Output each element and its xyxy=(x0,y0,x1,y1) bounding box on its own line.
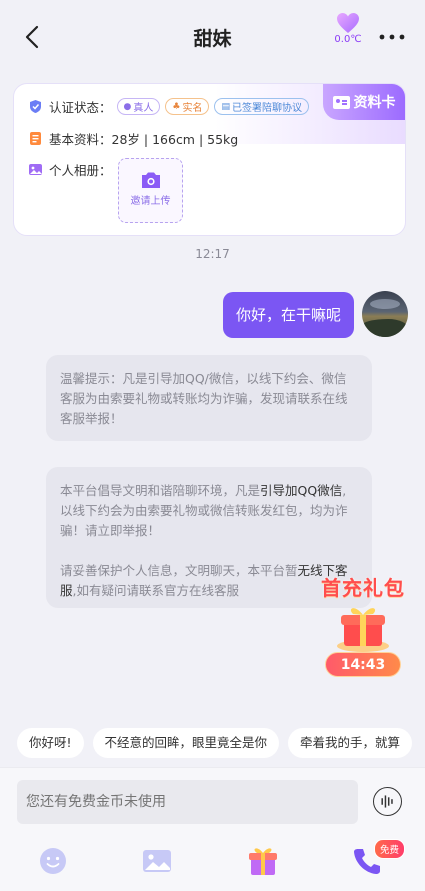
album-label: 个人相册： xyxy=(49,163,112,178)
system-tip-1: 温馨提示：凡是引导加QQ/微信，以线下约会、微信客服为由索要礼物或转账均为诈骗，… xyxy=(46,355,372,441)
image-icon xyxy=(29,164,42,175)
invite-upload-label: 邀请上传 xyxy=(130,196,171,207)
outgoing-message[interactable]: 你好，在干嘛呢 xyxy=(222,292,354,338)
my-avatar[interactable] xyxy=(362,291,408,337)
basic-info-row: 基本资料： 28岁 | 166cm | 55kg xyxy=(28,129,238,148)
badge-agreement: ▤ 已签署陪聊协议 xyxy=(214,98,309,115)
time-divider: 12:17 xyxy=(195,247,230,261)
profile-card-tab[interactable]: 资料卡 xyxy=(323,84,405,120)
avatar-sky xyxy=(370,299,400,309)
gift-title: 首充礼包 xyxy=(321,576,405,600)
free-badge: 免费 xyxy=(374,839,406,859)
quick-reply-chip[interactable]: 牵着我的手，就算 xyxy=(288,728,413,758)
quick-replies: 你好呀! 不经意的回眸，眼里竟全是你 牵着我的手，就算 xyxy=(17,728,425,758)
verify-row: 认证状态： ● 真人 ♣ 实名 ▤ 已签署陪聊协议 xyxy=(28,97,309,116)
person-icon: ♣ xyxy=(172,101,181,112)
id-card-icon xyxy=(332,95,350,109)
system-tip-2-paragraph-2: 请妥善保护个人信息，文明聊天，本平台暂无线下客服,如有疑问请联系官方在线客服 xyxy=(60,563,348,598)
verify-label: 认证状态： xyxy=(49,100,112,115)
voice-icon[interactable] xyxy=(373,787,402,816)
basic-info-label: 基本资料： xyxy=(49,132,112,147)
album-row: 个人相册： xyxy=(28,160,112,179)
badge-real-person: ● 真人 xyxy=(116,98,161,115)
more-icon[interactable] xyxy=(378,33,406,41)
invite-upload-button[interactable]: 邀请上传 xyxy=(118,158,183,223)
badge-real-name: ♣ 实名 xyxy=(165,98,210,115)
document-icon: ▤ xyxy=(221,101,230,112)
profile-card-tab-label: 资料卡 xyxy=(353,95,396,111)
avatar-hill xyxy=(362,319,408,337)
basic-info-value: 28岁 | 166cm | 55kg xyxy=(111,132,239,147)
gift-icon[interactable] xyxy=(245,843,281,879)
quick-reply-chip[interactable]: 不经意的回眸，眼里竟全是你 xyxy=(92,728,280,758)
gift-timer: 14:43 xyxy=(325,652,401,677)
message-input[interactable] xyxy=(17,780,358,824)
heart-icon xyxy=(337,13,359,33)
first-recharge-gift[interactable]: 首充礼包 14:43 xyxy=(317,572,409,682)
photo-icon[interactable] xyxy=(139,843,175,879)
temperature-value: 0.0℃ xyxy=(334,34,362,45)
emoji-icon[interactable] xyxy=(35,843,71,879)
shield-icon xyxy=(30,100,41,113)
real-person-icon: ● xyxy=(123,101,132,112)
document-icon xyxy=(30,132,41,145)
system-tip-2-paragraph-1: 本平台倡导文明和谐陪聊环境，凡是引导加QQ微信,以线下约会为由索要礼物或微信转账… xyxy=(60,483,348,538)
input-panel: 免费 xyxy=(0,767,425,891)
header: 甜妹 0.0℃ xyxy=(0,0,425,74)
quick-reply-chip[interactable]: 你好呀! xyxy=(17,728,84,758)
profile-card: 资料卡 认证状态： ● 真人 ♣ 实名 ▤ 已签署陪聊协议 基本资料： 28岁 | 1… xyxy=(13,83,406,236)
gift-box-icon xyxy=(337,608,389,652)
intimacy-temperature[interactable]: 0.0℃ xyxy=(330,12,366,45)
camera-icon xyxy=(141,172,160,188)
toolbar xyxy=(0,843,425,883)
